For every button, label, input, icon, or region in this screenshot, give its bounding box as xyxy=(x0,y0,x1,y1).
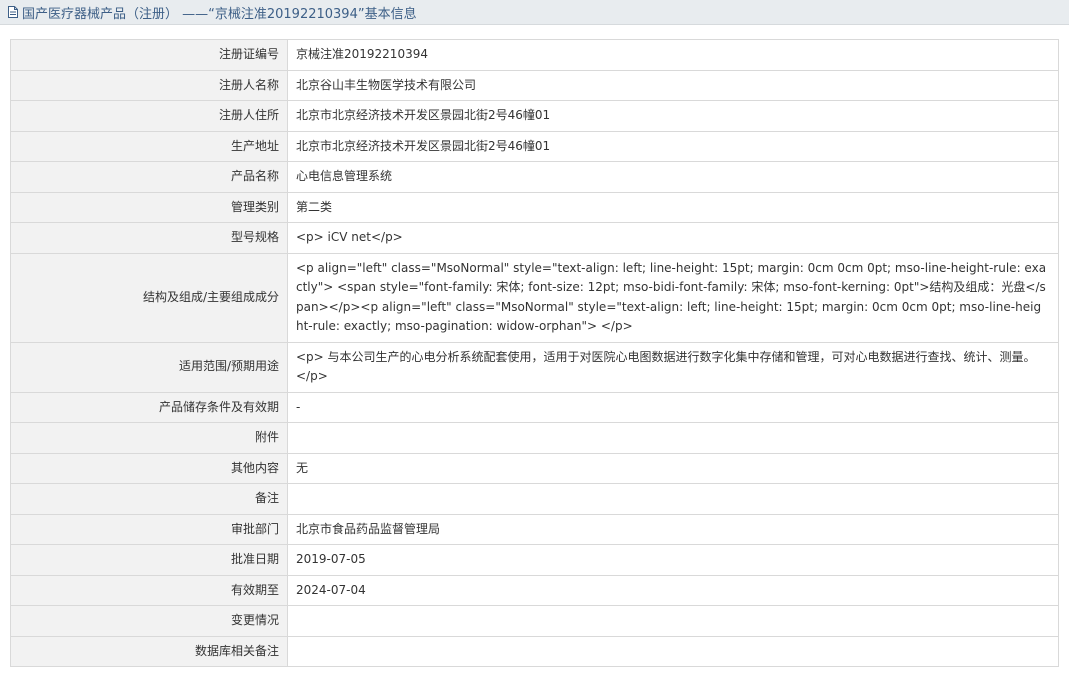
row-label: 结构及组成/主要组成成分 xyxy=(10,252,288,343)
row-label: 数据库相关备注 xyxy=(10,635,288,667)
row-label: 变更情况 xyxy=(10,605,288,637)
table-row: 其他内容 无 xyxy=(10,452,1059,484)
table-row: 备注 xyxy=(10,483,1059,515)
row-value: <p> iCV net</p> xyxy=(287,222,1059,254)
row-value: 北京市食品药品监督管理局 xyxy=(287,513,1059,545)
table-row: 批准日期 2019-07-05 xyxy=(10,544,1059,576)
table-row: 注册证编号 京械注准20192210394 xyxy=(10,39,1059,71)
row-value: 京械注准20192210394 xyxy=(287,39,1059,71)
row-label: 注册人名称 xyxy=(10,69,288,101)
table-row: 数据库相关备注 xyxy=(10,635,1059,667)
document-icon xyxy=(8,6,18,18)
table-row: 注册人住所 北京市北京经济技术开发区景园北街2号46幢01 xyxy=(10,100,1059,132)
row-label: 附件 xyxy=(10,422,288,454)
row-label: 管理类别 xyxy=(10,191,288,223)
table-row: 型号规格 <p> iCV net</p> xyxy=(10,222,1059,254)
table-row: 附件 xyxy=(10,422,1059,454)
row-value xyxy=(287,483,1059,515)
row-label: 产品储存条件及有效期 xyxy=(10,391,288,423)
row-label: 注册人住所 xyxy=(10,100,288,132)
table-row: 有效期至 2024-07-04 xyxy=(10,574,1059,606)
row-value: <p> 与本公司生产的心电分析系统配套使用，适用于对医院心电图数据进行数字化集中… xyxy=(287,341,1059,393)
row-value: 北京市北京经济技术开发区景园北街2号46幢01 xyxy=(287,100,1059,132)
table-row: 生产地址 北京市北京经济技术开发区景园北街2号46幢01 xyxy=(10,130,1059,162)
row-label: 批准日期 xyxy=(10,544,288,576)
row-value xyxy=(287,635,1059,667)
table-row: 结构及组成/主要组成成分 <p align="left" class="MsoN… xyxy=(10,252,1059,343)
row-value: <p align="left" class="MsoNormal" style=… xyxy=(287,252,1059,343)
page-header: 国产医疗器械产品（注册） ——“京械注准20192210394”基本信息 xyxy=(0,0,1069,25)
table-row: 适用范围/预期用途 <p> 与本公司生产的心电分析系统配套使用，适用于对医院心电… xyxy=(10,341,1059,393)
row-label: 注册证编号 xyxy=(10,39,288,71)
row-value xyxy=(287,605,1059,637)
row-label: 产品名称 xyxy=(10,161,288,193)
row-label: 其他内容 xyxy=(10,452,288,484)
table-row: 管理类别 第二类 xyxy=(10,191,1059,223)
basic-info-table: 注册证编号 京械注准20192210394 注册人名称 北京谷山丰生物医学技术有… xyxy=(10,39,1059,667)
info-container: 注册证编号 京械注准20192210394 注册人名称 北京谷山丰生物医学技术有… xyxy=(0,25,1069,667)
table-row: 变更情况 xyxy=(10,605,1059,637)
table-row: 产品名称 心电信息管理系统 xyxy=(10,161,1059,193)
row-value: 2019-07-05 xyxy=(287,544,1059,576)
page-title: 国产医疗器械产品（注册） ——“京械注准20192210394”基本信息 xyxy=(22,6,417,22)
row-value: 心电信息管理系统 xyxy=(287,161,1059,193)
table-row: 审批部门 北京市食品药品监督管理局 xyxy=(10,513,1059,545)
row-value: 第二类 xyxy=(287,191,1059,223)
table-row: 产品储存条件及有效期 - xyxy=(10,391,1059,423)
row-value: 北京市北京经济技术开发区景园北街2号46幢01 xyxy=(287,130,1059,162)
row-label: 有效期至 xyxy=(10,574,288,606)
row-label: 备注 xyxy=(10,483,288,515)
row-value: 北京谷山丰生物医学技术有限公司 xyxy=(287,69,1059,101)
row-value xyxy=(287,422,1059,454)
row-label: 适用范围/预期用途 xyxy=(10,341,288,393)
row-label: 审批部门 xyxy=(10,513,288,545)
row-value: 无 xyxy=(287,452,1059,484)
row-value: - xyxy=(287,391,1059,423)
row-value: 2024-07-04 xyxy=(287,574,1059,606)
row-label: 型号规格 xyxy=(10,222,288,254)
table-row: 注册人名称 北京谷山丰生物医学技术有限公司 xyxy=(10,69,1059,101)
row-label: 生产地址 xyxy=(10,130,288,162)
